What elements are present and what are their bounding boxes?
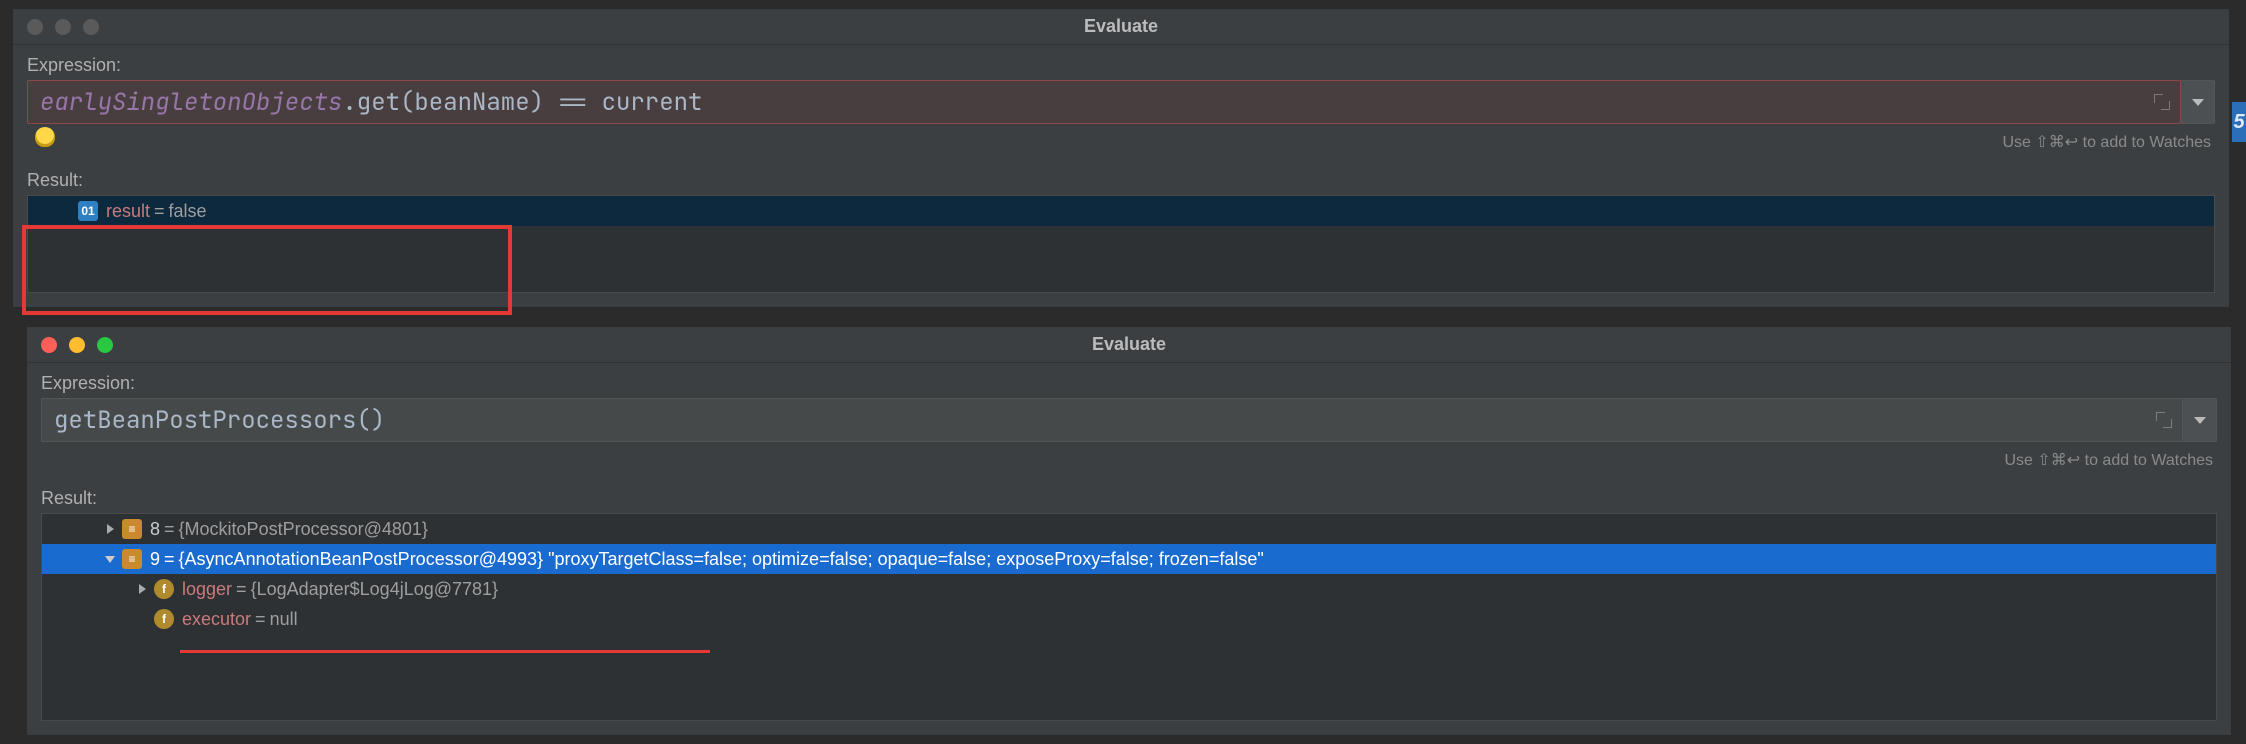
expression-input[interactable]: getBeanPostProcessors() [41, 398, 2183, 442]
history-dropdown-button[interactable] [2181, 80, 2215, 124]
evaluate-dialog-1: Evaluate Expression: earlySingletonObjec… [12, 8, 2230, 308]
array-element-icon: ≡ [122, 549, 142, 569]
minimize-icon[interactable] [69, 337, 85, 353]
expander-collapsed[interactable] [102, 521, 118, 537]
list-item[interactable]: ≡ 9 = {AsyncAnnotationBeanPostProcessor@… [42, 544, 2216, 574]
expression-token-object: earlySingletonObjects [40, 87, 342, 118]
list-item[interactable]: f executor = null [42, 604, 2216, 634]
equals-sign: = [150, 201, 169, 222]
shortcut-hint: Use ⇧⌘↩ to add to Watches [13, 130, 2229, 160]
titlebar: Evaluate [13, 9, 2229, 45]
expression-token-fn: getBeanPostProcessors [54, 405, 356, 436]
evaluate-dialog-2: Evaluate Expression: getBeanPostProcesso… [26, 326, 2232, 736]
field-icon: f [154, 609, 174, 629]
window-controls [27, 19, 99, 35]
shortcut-hint: Use ⇧⌘↩ to add to Watches [27, 448, 2231, 478]
close-icon[interactable] [41, 337, 57, 353]
list-item[interactable]: ≡ 8 = {MockitoPostProcessor@4801} [42, 514, 2216, 544]
expression-token-tail: .get(beanName) == current [342, 87, 702, 118]
maximize-icon[interactable] [83, 19, 99, 35]
equals-sign: = [160, 519, 179, 540]
var-value-ref: {AsyncAnnotationBeanPostProcessor@4993} [179, 549, 544, 570]
var-name: logger [182, 579, 232, 600]
var-value: {MockitoPostProcessor@4801} [179, 519, 428, 540]
chevron-right-icon [139, 584, 146, 594]
var-name: 8 [150, 519, 160, 540]
expression-token-paren: () [356, 405, 385, 436]
expand-icon[interactable] [2156, 412, 2172, 428]
equals-sign: = [160, 549, 179, 570]
chevron-down-icon [2192, 99, 2204, 106]
window-title: Evaluate [13, 16, 2229, 37]
array-element-icon: ≡ [122, 519, 142, 539]
chevron-right-icon [107, 524, 114, 534]
primitive-icon: 01 [78, 201, 98, 221]
result-panel: 01 result = false [27, 195, 2215, 293]
equals-sign: = [232, 579, 251, 600]
expression-input[interactable]: earlySingletonObjects.get(beanName) == c… [27, 80, 2181, 124]
expression-label: Expression: [13, 45, 2229, 80]
var-name: 9 [150, 549, 160, 570]
result-label: Result: [13, 160, 2229, 195]
var-value-string: "proxyTargetClass=false; optimize=false;… [548, 549, 1264, 570]
var-value: {LogAdapter$Log4jLog@7781} [251, 579, 499, 600]
side-tab: 5 [2232, 102, 2246, 142]
maximize-icon[interactable] [97, 337, 113, 353]
result-label: Result: [27, 478, 2231, 513]
list-item[interactable]: f logger = {LogAdapter$Log4jLog@7781} [42, 574, 2216, 604]
var-name: executor [182, 609, 251, 630]
expand-icon[interactable] [2154, 94, 2170, 110]
field-icon: f [154, 579, 174, 599]
history-dropdown-button[interactable] [2183, 398, 2217, 442]
equals-sign: = [251, 609, 270, 630]
result-row[interactable]: 01 result = false [28, 196, 2214, 226]
lightbulb-icon[interactable] [35, 127, 55, 147]
expander-expanded[interactable] [102, 551, 118, 567]
chevron-down-icon [105, 556, 115, 563]
expander-collapsed[interactable] [134, 581, 150, 597]
expression-label: Expression: [27, 363, 2231, 398]
var-value: false [169, 201, 207, 222]
var-value: null [270, 609, 298, 630]
var-name: result [106, 201, 150, 222]
result-panel: ≡ 8 = {MockitoPostProcessor@4801} ≡ 9 = … [41, 513, 2217, 721]
window-title: Evaluate [27, 334, 2231, 355]
chevron-down-icon [2194, 417, 2206, 424]
titlebar: Evaluate [27, 327, 2231, 363]
window-controls [41, 337, 113, 353]
close-icon[interactable] [27, 19, 43, 35]
minimize-icon[interactable] [55, 19, 71, 35]
